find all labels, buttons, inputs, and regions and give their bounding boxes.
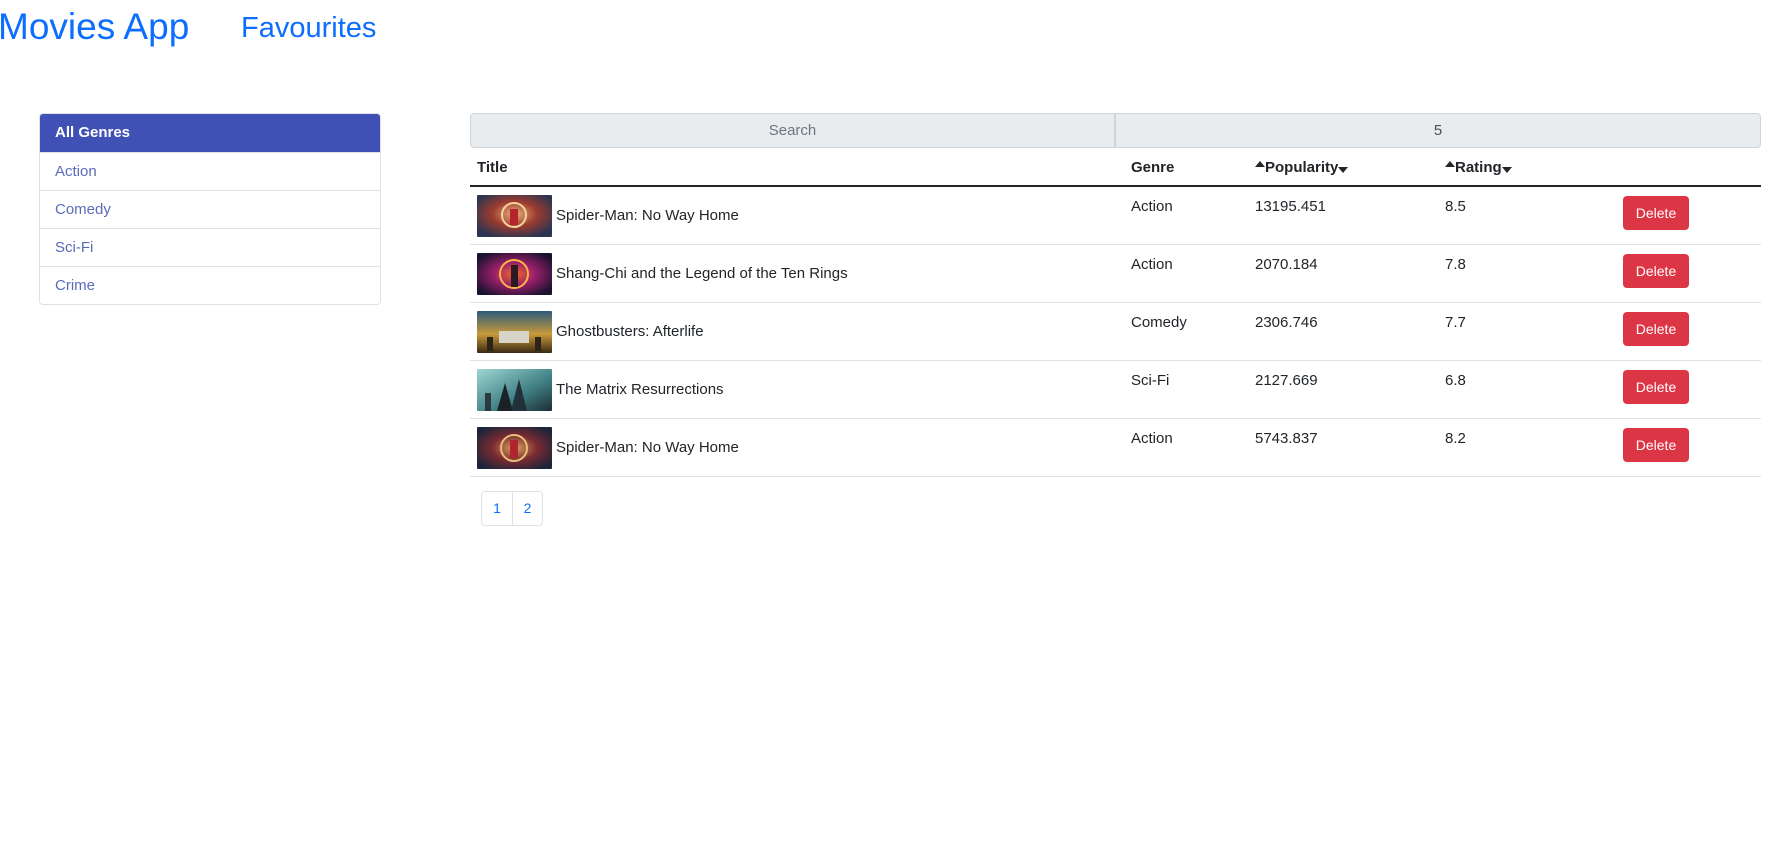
movie-genre: Action bbox=[1131, 198, 1173, 215]
delete-button[interactable]: Delete bbox=[1623, 370, 1689, 404]
movie-genre: Action bbox=[1131, 256, 1173, 273]
genre-item-crime[interactable]: Crime bbox=[40, 266, 380, 304]
movie-popularity: 2306.746 bbox=[1255, 314, 1318, 331]
genre-list: All Genres Action Comedy Sci-Fi Crime bbox=[39, 113, 381, 305]
movie-title: Spider-Man: No Way Home bbox=[556, 207, 739, 224]
header-genre: Genre bbox=[1131, 159, 1175, 176]
header-rating-label: Rating bbox=[1455, 159, 1502, 176]
table-row: Ghostbusters: Afterlife Comedy 2306.746 … bbox=[470, 303, 1761, 361]
header-title: Title bbox=[477, 159, 508, 176]
movie-genre: Sci-Fi bbox=[1131, 372, 1170, 389]
table-row: The Matrix Resurrections Sci-Fi 2127.669… bbox=[470, 361, 1761, 419]
search-input[interactable] bbox=[470, 113, 1115, 148]
movie-popularity: 2127.669 bbox=[1255, 372, 1318, 389]
table-row: Spider-Man: No Way Home Action 13195.451… bbox=[470, 187, 1761, 245]
movies-table: Title Genre Popularity Rating Spider-Man… bbox=[470, 151, 1761, 477]
table-row: Shang-Chi and the Legend of the Ten Ring… bbox=[470, 245, 1761, 303]
pagination: 1 2 bbox=[481, 491, 543, 526]
movie-rating: 7.8 bbox=[1445, 256, 1466, 273]
sort-asc-icon[interactable] bbox=[1255, 161, 1265, 168]
genre-item-sci-fi[interactable]: Sci-Fi bbox=[40, 228, 380, 266]
movie-poster bbox=[477, 369, 552, 411]
movie-rating: 7.7 bbox=[1445, 314, 1466, 331]
movie-genre: Comedy bbox=[1131, 314, 1187, 331]
movie-poster bbox=[477, 195, 552, 237]
page-size-select[interactable]: 5 bbox=[1115, 113, 1761, 148]
movie-popularity: 5743.837 bbox=[1255, 430, 1318, 447]
movie-popularity: 2070.184 bbox=[1255, 256, 1318, 273]
sort-desc-icon[interactable] bbox=[1501, 167, 1512, 174]
movie-rating: 6.8 bbox=[1445, 372, 1466, 389]
page-link-1[interactable]: 1 bbox=[482, 492, 512, 525]
navbar: Movies App Favourites bbox=[0, 0, 1788, 60]
table-row: Spider-Man: No Way Home Action 5743.837 … bbox=[470, 419, 1761, 477]
movie-popularity: 13195.451 bbox=[1255, 198, 1326, 215]
delete-button[interactable]: Delete bbox=[1623, 428, 1689, 462]
header-popularity-label: Popularity bbox=[1265, 159, 1339, 176]
movie-rating: 8.2 bbox=[1445, 430, 1466, 447]
delete-button[interactable]: Delete bbox=[1623, 196, 1689, 230]
page-link-2[interactable]: 2 bbox=[512, 492, 542, 525]
favourites-link[interactable]: Favourites bbox=[241, 12, 376, 45]
movie-title: The Matrix Resurrections bbox=[556, 381, 724, 398]
delete-button[interactable]: Delete bbox=[1623, 254, 1689, 288]
movie-title: Spider-Man: No Way Home bbox=[556, 439, 739, 456]
movie-rating: 8.5 bbox=[1445, 198, 1466, 215]
movie-poster bbox=[477, 253, 552, 295]
movie-title: Ghostbusters: Afterlife bbox=[556, 323, 704, 340]
genre-item-action[interactable]: Action bbox=[40, 152, 380, 190]
genre-item-comedy[interactable]: Comedy bbox=[40, 190, 380, 228]
movie-title: Shang-Chi and the Legend of the Ten Ring… bbox=[556, 265, 848, 282]
delete-button[interactable]: Delete bbox=[1623, 312, 1689, 346]
header-popularity: Popularity bbox=[1255, 159, 1349, 176]
table-header: Title Genre Popularity Rating bbox=[470, 151, 1761, 187]
sort-desc-icon[interactable] bbox=[1338, 167, 1349, 174]
genre-item-all[interactable]: All Genres bbox=[40, 114, 380, 152]
movie-genre: Action bbox=[1131, 430, 1173, 447]
brand-link[interactable]: Movies App bbox=[0, 6, 189, 48]
header-rating: Rating bbox=[1445, 159, 1512, 176]
sort-asc-icon[interactable] bbox=[1445, 161, 1455, 168]
movie-poster bbox=[477, 311, 552, 353]
movie-poster bbox=[477, 427, 552, 469]
